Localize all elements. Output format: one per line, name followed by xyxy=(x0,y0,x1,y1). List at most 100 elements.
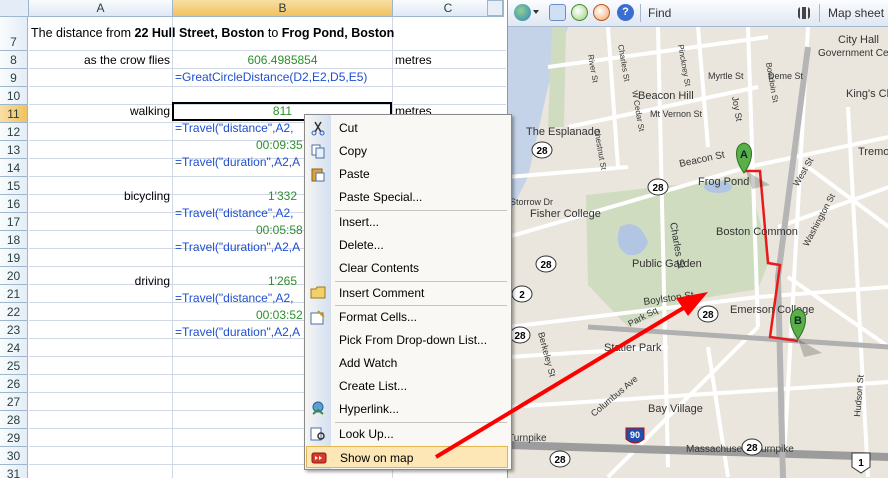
map-label-boston-common: Boston Common xyxy=(716,226,798,238)
chevron-down-icon[interactable] xyxy=(533,10,539,14)
interstate-90-shield: 90 xyxy=(625,427,645,444)
binoculars-icon[interactable] xyxy=(798,7,810,19)
row-header-22[interactable]: 22 xyxy=(0,303,28,321)
route-28-shield: 28 xyxy=(549,450,571,468)
hyperlink-icon xyxy=(310,401,326,417)
row-header-14[interactable]: 14 xyxy=(0,159,28,177)
menu-item-hyperlink[interactable]: Hyperlink... xyxy=(305,398,509,420)
row-header-9[interactable]: 9 xyxy=(0,69,28,87)
menu-item-format-cells[interactable]: Format Cells... xyxy=(305,306,509,328)
map-canvas[interactable]: City Hall Government Center The Esplanad… xyxy=(508,27,888,478)
title-to: Frog Pond, Boston xyxy=(281,26,395,40)
row-header-21[interactable]: 21 xyxy=(0,285,28,303)
row-header-17[interactable]: 17 xyxy=(0,213,28,231)
scroll-up-button[interactable] xyxy=(487,0,503,16)
row-header-28[interactable]: 28 xyxy=(0,411,28,429)
row-header-23[interactable]: 23 xyxy=(0,321,28,339)
find-button[interactable]: Find xyxy=(648,6,671,20)
row-header-19[interactable]: 19 xyxy=(0,249,28,267)
copy-icon[interactable] xyxy=(549,4,566,21)
menu-item-paste[interactable]: Paste xyxy=(305,163,509,185)
bicycling-label[interactable]: bicycling xyxy=(29,188,170,205)
driving-time-formula[interactable]: =Travel("duration",A2,A xyxy=(175,324,300,341)
scissors-icon xyxy=(310,120,326,136)
zoom-out-icon[interactable] xyxy=(593,4,610,21)
map-label-frog-pond: Frog Pond xyxy=(698,176,749,188)
row-header-20[interactable]: 20 xyxy=(0,267,28,285)
row-header-15[interactable]: 15 xyxy=(0,177,28,195)
row-header-29[interactable]: 29 xyxy=(0,429,28,447)
menu-item-cut[interactable]: Cut xyxy=(305,117,509,139)
crow-formula[interactable]: =GreatCircleDistance(D2,E2,D5,E5) xyxy=(175,69,367,86)
bicycling-time-formula[interactable]: =Travel("duration",A2,A xyxy=(175,239,300,256)
crow-unit[interactable]: metres xyxy=(395,52,432,69)
select-all-corner[interactable] xyxy=(0,0,29,17)
help-icon[interactable]: ? xyxy=(617,4,634,21)
column-header-b[interactable]: B xyxy=(173,0,393,17)
row-header-8[interactable]: 8 xyxy=(0,51,28,69)
map-label-the-esplanade: The Esplanade xyxy=(526,126,600,138)
menu-item-delete[interactable]: Delete... xyxy=(305,234,509,256)
globe-icon[interactable] xyxy=(514,4,531,21)
svg-text:A: A xyxy=(740,149,748,161)
walking-time[interactable]: 00:09:35 xyxy=(256,137,303,154)
menu-item-paste-special[interactable]: Paste Special... xyxy=(305,186,509,208)
svg-text:28: 28 xyxy=(746,443,758,454)
row-header-12[interactable]: 12 xyxy=(0,123,28,141)
zoom-in-icon[interactable] xyxy=(571,4,588,21)
title-cell[interactable]: The distance from 22 Hull Street, Boston… xyxy=(31,25,394,42)
map-label-storrow: Storrow Dr xyxy=(510,197,553,207)
svg-text:28: 28 xyxy=(554,455,566,466)
row-header-31[interactable]: 31 xyxy=(0,465,28,478)
driving-time[interactable]: 00:03:52 xyxy=(256,307,303,324)
walking-time-formula[interactable]: =Travel("duration",A2,A xyxy=(175,154,300,171)
row-header-25[interactable]: 25 xyxy=(0,357,28,375)
row-header-18[interactable]: 18 xyxy=(0,231,28,249)
menu-item-insert-comment[interactable]: Insert Comment xyxy=(305,282,509,304)
menu-item-show-on-map[interactable]: Show on map xyxy=(306,446,508,468)
map-window[interactable]: ? Find Map sheet City Hall Government C … xyxy=(507,0,888,478)
walking-label[interactable]: walking xyxy=(29,103,170,120)
driving-formula[interactable]: =Travel("distance",A2, xyxy=(175,290,293,307)
comment-icon xyxy=(310,285,326,301)
map-label-statler-park: Statler Park xyxy=(604,342,662,354)
crow-label[interactable]: as the crow flies xyxy=(29,52,170,69)
row-header-27[interactable]: 27 xyxy=(0,393,28,411)
bicycling-value[interactable]: 1'332 xyxy=(268,188,297,205)
row-header-7[interactable]: 7 xyxy=(0,17,28,51)
title-prefix: The distance from xyxy=(31,26,135,40)
row-header-30[interactable]: 30 xyxy=(0,447,28,465)
paste-icon xyxy=(310,166,326,182)
driving-label[interactable]: driving xyxy=(29,273,170,290)
row-header-10[interactable]: 10 xyxy=(0,87,28,105)
menu-item-add-watch[interactable]: Add Watch xyxy=(305,352,509,374)
route-28-shield: 28 xyxy=(531,141,553,159)
menu-item-copy[interactable]: Copy xyxy=(305,140,509,162)
map-label-bay-village: Bay Village xyxy=(648,403,703,415)
route-28-shield: 28 xyxy=(509,326,531,344)
menu-item-pick-from-list[interactable]: Pick From Drop-down List... xyxy=(305,329,509,351)
row-header-16[interactable]: 16 xyxy=(0,195,28,213)
route-2-shield: 2 xyxy=(511,285,533,303)
menu-item-look-up[interactable]: Look Up... xyxy=(305,423,509,445)
menu-item-clear-contents[interactable]: Clear Contents xyxy=(305,257,509,279)
svg-text:1: 1 xyxy=(858,458,864,469)
row-header-13[interactable]: 13 xyxy=(0,141,28,159)
row-header-11[interactable]: 11 xyxy=(0,105,28,123)
menu-item-create-list[interactable]: Create List... xyxy=(305,375,509,397)
row-header-26[interactable]: 26 xyxy=(0,375,28,393)
bicycling-formula[interactable]: =Travel("distance",A2, xyxy=(175,205,293,222)
svg-text:28: 28 xyxy=(514,331,526,342)
menu-item-insert[interactable]: Insert... xyxy=(305,211,509,233)
bicycling-time[interactable]: 00:05:58 xyxy=(256,222,303,239)
crow-value[interactable]: 606.4985854 xyxy=(173,52,392,69)
title-mid: to xyxy=(264,26,282,40)
toolbar-separator xyxy=(640,4,641,22)
svg-text:B: B xyxy=(794,315,802,327)
walking-formula[interactable]: =Travel("distance",A2, xyxy=(175,120,293,137)
svg-text:2: 2 xyxy=(519,290,525,301)
row-header-24[interactable]: 24 xyxy=(0,339,28,357)
driving-value[interactable]: 1'265 xyxy=(268,273,297,290)
map-sheet-button[interactable]: Map sheet xyxy=(828,6,884,20)
column-header-a[interactable]: A xyxy=(29,0,173,17)
